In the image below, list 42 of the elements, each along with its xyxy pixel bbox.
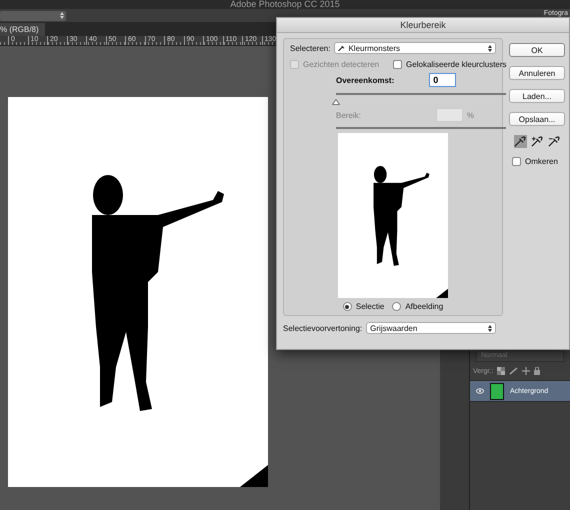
radio-button[interactable] — [342, 302, 352, 311]
document-tab[interactable]: % (RGB/8) — [0, 23, 45, 36]
range-field[interactable] — [436, 108, 463, 122]
checkbox-label: Gezichten detecteren — [303, 60, 380, 69]
brush-icon[interactable] — [509, 367, 518, 375]
preview-dropdown[interactable]: Grijswaarden — [366, 322, 496, 334]
slider-thumb-icon[interactable] — [332, 99, 340, 105]
app-title: Adobe Photoshop CC 2015 — [230, 0, 340, 9]
corner-triangle — [436, 288, 448, 298]
range-label: Bereik: — [336, 110, 361, 120]
radio-button[interactable] — [392, 302, 402, 311]
layer-thumbnail — [490, 382, 504, 400]
checkbox-label: Gelokaliseerde kleurclusters — [406, 60, 507, 69]
dropdown-arrows-icon — [488, 324, 492, 332]
eyedropper-icon[interactable] — [514, 135, 526, 148]
select-dropdown[interactable]: Kleurmonsters — [334, 42, 496, 54]
select-label: Selecteren: — [290, 44, 330, 52]
checkbox[interactable] — [512, 157, 521, 166]
eyedropper-icon — [338, 44, 346, 52]
dialog-button[interactable]: Annuleren — [509, 66, 565, 80]
percent-unit: % — [466, 110, 474, 120]
dialog-button[interactable]: OK — [509, 43, 565, 57]
dialog-button[interactable]: Laden... — [509, 89, 565, 103]
checkbox-label: Omkeren — [525, 157, 558, 166]
dropdown-arrows-icon — [488, 44, 492, 52]
lock-icon[interactable] — [534, 367, 540, 375]
dropdown-arrows-icon — [60, 12, 64, 19]
radio-label: Selectie — [356, 302, 384, 311]
options-dropdown[interactable] — [0, 10, 66, 20]
fuzziness-field[interactable]: 0 — [429, 73, 456, 87]
dialog-title: Kleurbereik — [277, 18, 569, 33]
dialog-button[interactable]: Opslaan... — [509, 112, 565, 126]
checkerboard-icon[interactable] — [497, 367, 506, 375]
checkbox[interactable] — [393, 60, 402, 69]
eyedropper-icon[interactable] — [548, 135, 560, 148]
corner-triangle — [240, 465, 268, 487]
move-icon[interactable] — [522, 367, 530, 375]
eyedropper-icon[interactable] — [530, 135, 544, 148]
preview-label: Selectievoorvertoning: — [283, 324, 362, 332]
radio-label: Afbeelding — [405, 302, 444, 311]
eye-icon[interactable] — [476, 388, 484, 394]
fuzziness-label: Overeenkomst: — [336, 76, 394, 84]
